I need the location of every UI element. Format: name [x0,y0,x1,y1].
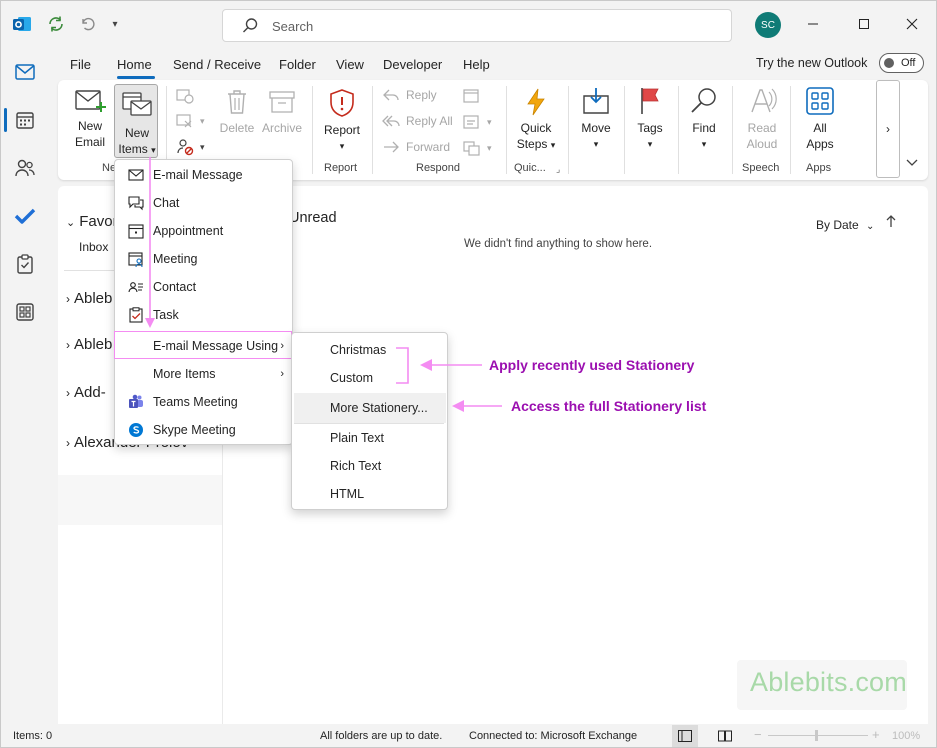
normal-view-button[interactable] [672,725,698,747]
zoom-out-icon[interactable]: − [754,727,762,742]
zoom-level: 100% [892,730,921,742]
zoom-slider[interactable] [768,735,868,736]
status-sync: All folders are up to date. [320,730,443,742]
zoom-slider-thumb[interactable] [815,730,818,741]
reading-view-button[interactable] [712,725,738,747]
annotation-arrowhead [145,318,155,328]
zoom-in-icon[interactable]: + [872,727,880,742]
annotation-overlay [145,157,502,412]
status-connection: Connected to: Microsoft Exchange [469,730,638,742]
annotation-arrowhead [452,400,464,412]
annotation-full-stationery: Access the full Stationery list [511,398,707,414]
ablebits-watermark: Ablebits.com [737,660,907,710]
status-items-count: Items: 0 [13,730,53,742]
annotation-recent-stationery: Apply recently used Stationery [489,357,695,373]
normal-view-icon [678,730,692,742]
annotation-arrowhead [420,359,432,371]
status-bar: Items: 0 All folders are up to date. Con… [0,724,937,748]
reading-view-icon [718,730,732,742]
annotation-bracket [396,347,409,384]
